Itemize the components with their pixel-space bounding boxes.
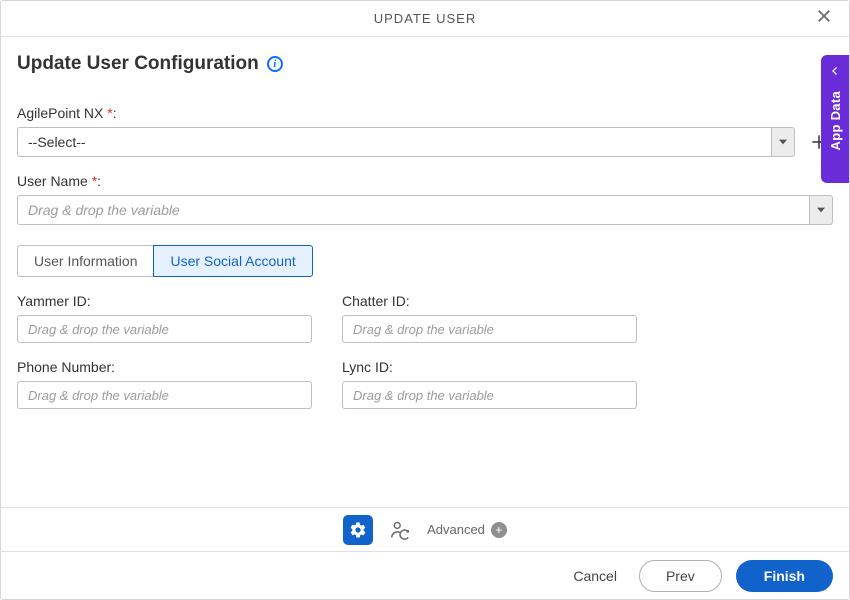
page-title-row: Update User Configuration i xyxy=(17,53,833,75)
label-colon: : xyxy=(113,105,117,121)
app-data-label: App Data xyxy=(828,91,843,150)
footer: Cancel Prev Finish xyxy=(1,551,849,599)
dropdown-caret[interactable] xyxy=(809,195,833,225)
phone-input[interactable] xyxy=(17,381,312,409)
settings-button[interactable] xyxy=(343,515,373,545)
field-agilepoint: AgilePoint NX *: --Select-- xyxy=(17,105,833,157)
advanced-label: Advanced xyxy=(427,522,485,537)
bottom-toolbar: Advanced + xyxy=(1,507,849,551)
cancel-button[interactable]: Cancel xyxy=(565,562,625,590)
label-phone: Phone Number: xyxy=(17,359,312,375)
chevron-down-icon xyxy=(817,206,825,214)
tabs: User Information User Social Account xyxy=(17,245,313,277)
username-row xyxy=(17,195,833,225)
label-colon: : xyxy=(97,173,101,189)
field-username: User Name *: xyxy=(17,173,833,225)
user-refresh-icon xyxy=(389,519,411,541)
label-text: User Name xyxy=(17,173,88,189)
plus-circle-icon: + xyxy=(491,522,507,538)
yammer-input[interactable] xyxy=(17,315,312,343)
close-icon xyxy=(815,7,833,25)
field-phone: Phone Number: xyxy=(17,359,312,409)
label-username: User Name *: xyxy=(17,173,833,189)
username-select[interactable] xyxy=(17,195,833,225)
agilepoint-select[interactable]: --Select-- xyxy=(17,127,795,157)
row-1: Yammer ID: Chatter ID: xyxy=(17,293,833,343)
label-agilepoint: AgilePoint NX *: xyxy=(17,105,833,121)
refresh-user-button[interactable] xyxy=(385,515,415,545)
field-chatter: Chatter ID: xyxy=(342,293,637,343)
info-icon[interactable]: i xyxy=(267,56,283,72)
username-input[interactable] xyxy=(17,195,809,225)
label-yammer: Yammer ID: xyxy=(17,293,312,309)
dropdown-caret[interactable] xyxy=(771,127,795,157)
agilepoint-row: --Select-- xyxy=(17,127,833,157)
field-yammer: Yammer ID: xyxy=(17,293,312,343)
page-title: Update User Configuration xyxy=(17,53,259,75)
gear-icon xyxy=(349,521,367,539)
tab-user-social-account[interactable]: User Social Account xyxy=(153,245,312,277)
modal-header: UPDATE USER xyxy=(1,1,849,37)
field-lync: Lync ID: xyxy=(342,359,637,409)
label-text: AgilePoint NX xyxy=(17,105,103,121)
modal-title: UPDATE USER xyxy=(374,11,477,26)
finish-button[interactable]: Finish xyxy=(736,560,833,592)
chatter-input[interactable] xyxy=(342,315,637,343)
prev-button[interactable]: Prev xyxy=(639,560,722,592)
lync-input[interactable] xyxy=(342,381,637,409)
agilepoint-select-value: --Select-- xyxy=(17,127,771,157)
tab-user-information[interactable]: User Information xyxy=(17,245,153,277)
app-data-panel-toggle[interactable]: App Data xyxy=(821,55,849,183)
content-area: Update User Configuration i AgilePoint N… xyxy=(1,37,849,551)
label-chatter: Chatter ID: xyxy=(342,293,637,309)
row-2: Phone Number: Lync ID: xyxy=(17,359,833,409)
close-button[interactable] xyxy=(815,7,839,31)
label-lync: Lync ID: xyxy=(342,359,637,375)
chevron-down-icon xyxy=(779,138,787,146)
advanced-button[interactable]: Advanced + xyxy=(427,522,507,538)
chevron-left-icon xyxy=(829,65,841,77)
